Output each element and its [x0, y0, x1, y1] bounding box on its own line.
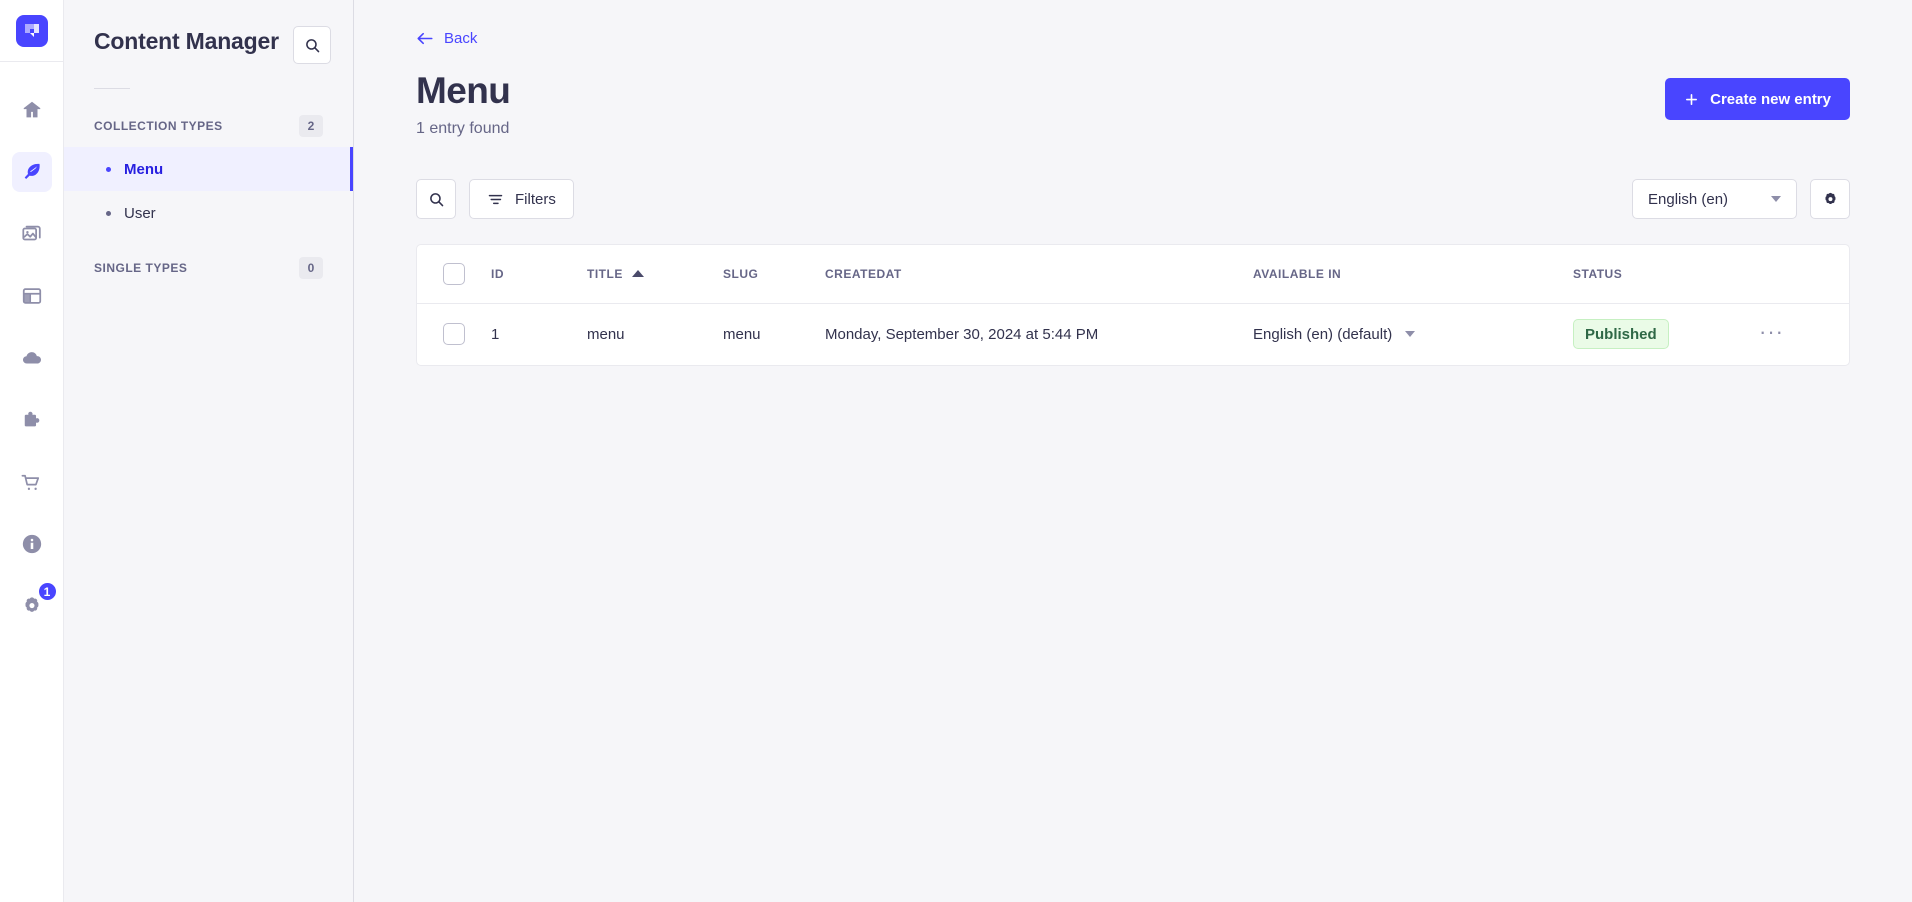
- table-body: 1 menu menu Monday, September 30, 2024 a…: [417, 303, 1849, 365]
- toolbar-right: English (en): [1632, 179, 1850, 219]
- sidebar-title: Content Manager: [94, 26, 279, 56]
- sidebar-item-label: Menu: [124, 161, 163, 178]
- sidebar-divider: [94, 88, 130, 89]
- rail-item-settings[interactable]: 1: [12, 586, 52, 626]
- header-available-in: Available in: [1253, 245, 1573, 303]
- header-status: Status: [1573, 245, 1759, 303]
- sidebar-search-button[interactable]: [293, 26, 331, 64]
- filter-icon: [487, 191, 504, 208]
- collection-types-list: Menu User: [64, 147, 353, 235]
- filters-label: Filters: [515, 191, 556, 208]
- title-row: Menu 1 entry found Create new entry: [416, 69, 1850, 138]
- table-header-row: ID Title Slug createdAt: [417, 245, 1849, 303]
- table-row[interactable]: 1 menu menu Monday, September 30, 2024 a…: [417, 303, 1849, 365]
- sidebar-item-menu[interactable]: Menu: [64, 147, 353, 191]
- rail-item-home[interactable]: [12, 90, 52, 130]
- section-label-collection-types: Collection Types: [94, 119, 223, 133]
- rail-item-media-library[interactable]: [12, 214, 52, 254]
- rail-item-plugins[interactable]: [12, 400, 52, 440]
- app-root: 1 Content Manager Collection Types 2 Men…: [0, 0, 1912, 902]
- toolbar-left: Filters: [416, 179, 574, 219]
- chevron-down-icon: [1771, 196, 1781, 202]
- main-nav-rail: 1: [0, 0, 64, 902]
- row-checkbox[interactable]: [443, 323, 465, 345]
- header-title-label: Title: [587, 267, 623, 281]
- available-in-value: English (en) (default): [1253, 326, 1392, 343]
- header-createdat[interactable]: createdAt: [825, 245, 1253, 303]
- select-all-checkbox[interactable]: [443, 263, 465, 285]
- sidebar-item-label: User: [124, 205, 156, 222]
- cell-title: menu: [587, 303, 723, 365]
- header-id-label: ID: [491, 267, 504, 281]
- page-header: Back Menu 1 entry found Create new entry: [354, 0, 1912, 138]
- header-id[interactable]: ID: [491, 245, 587, 303]
- cell-status: Published: [1573, 303, 1759, 365]
- row-more-actions-button[interactable]: ···: [1759, 327, 1784, 337]
- sidebar-header: Content Manager: [64, 0, 353, 64]
- rail-item-content-type-builder[interactable]: [12, 276, 52, 316]
- status-badge: Published: [1573, 319, 1669, 349]
- main-content: Back Menu 1 entry found Create new entry: [354, 0, 1912, 902]
- page-title: Menu: [416, 69, 510, 113]
- arrow-left-icon: [416, 31, 434, 46]
- entries-table: ID Title Slug createdAt: [417, 245, 1849, 365]
- table-settings-button[interactable]: [1810, 179, 1850, 219]
- back-link-label: Back: [444, 30, 477, 47]
- chevron-down-icon: [1405, 331, 1415, 337]
- header-status-label: Status: [1573, 267, 1622, 281]
- plus-icon: [1684, 92, 1699, 107]
- rail-item-information[interactable]: [12, 524, 52, 564]
- section-label-single-types: Single Types: [94, 261, 187, 275]
- content-manager-sidebar: Content Manager Collection Types 2 Menu …: [64, 0, 354, 902]
- cell-available-in: English (en) (default): [1253, 303, 1573, 365]
- table-head: ID Title Slug createdAt: [417, 245, 1849, 303]
- rail-item-strapi-cloud[interactable]: [12, 338, 52, 378]
- section-count-single-types: 0: [299, 257, 323, 279]
- entries-table-card: ID Title Slug createdAt: [416, 244, 1850, 366]
- header-available-in-label: Available in: [1253, 267, 1341, 281]
- available-in-dropdown[interactable]: English (en) (default): [1253, 326, 1415, 343]
- header-title[interactable]: Title: [587, 245, 723, 303]
- section-header-collection-types: Collection Types 2: [64, 115, 353, 137]
- entry-count-label: 1 entry found: [416, 120, 510, 138]
- search-button[interactable]: [416, 179, 456, 219]
- sort-ascending-icon[interactable]: [632, 270, 644, 277]
- create-new-entry-label: Create new entry: [1710, 91, 1831, 108]
- back-link[interactable]: Back: [416, 30, 477, 47]
- bullet-icon: [106, 167, 111, 172]
- search-icon: [428, 191, 445, 208]
- header-select-all: [417, 245, 491, 303]
- settings-notification-badge: 1: [37, 581, 58, 602]
- header-createdat-label: createdAt: [825, 267, 902, 281]
- cell-id: 1: [491, 303, 587, 365]
- rail-item-marketplace[interactable]: [12, 462, 52, 502]
- cell-actions: ···: [1759, 303, 1849, 365]
- create-new-entry-button[interactable]: Create new entry: [1665, 78, 1850, 120]
- row-select-cell: [417, 303, 491, 365]
- section-header-single-types: Single Types 0: [64, 257, 353, 279]
- sidebar-item-user[interactable]: User: [64, 191, 353, 235]
- filters-button[interactable]: Filters: [469, 179, 574, 219]
- header-slug-label: Slug: [723, 267, 758, 281]
- strapi-logo[interactable]: [16, 15, 48, 47]
- bullet-icon: [106, 211, 111, 216]
- header-slug[interactable]: Slug: [723, 245, 825, 303]
- gear-icon: [1822, 191, 1839, 208]
- locale-select[interactable]: English (en): [1632, 179, 1797, 219]
- title-block: Menu 1 entry found: [416, 69, 510, 138]
- section-count-collection-types: 2: [299, 115, 323, 137]
- rail-items: 1: [12, 90, 52, 626]
- table-toolbar: Filters English (en): [416, 179, 1850, 219]
- locale-select-value: English (en): [1648, 191, 1728, 208]
- logo-container: [0, 0, 63, 62]
- cell-createdat: Monday, September 30, 2024 at 5:44 PM: [825, 303, 1253, 365]
- rail-item-content-manager[interactable]: [12, 152, 52, 192]
- cell-slug: menu: [723, 303, 825, 365]
- header-actions: [1759, 245, 1849, 303]
